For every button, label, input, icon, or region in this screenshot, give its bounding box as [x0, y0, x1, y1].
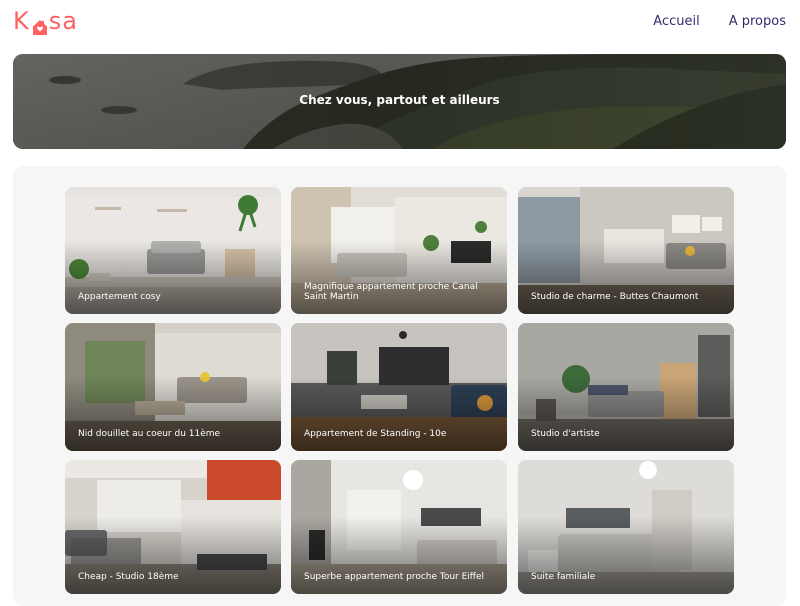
listing-card[interactable]: Studio de charme - Buttes Chaumont — [518, 187, 734, 314]
listing-title: Nid douillet au coeur du 11ème — [78, 429, 221, 439]
listing-card[interactable]: Appartement de Standing - 10e — [291, 323, 507, 451]
listing-title: Studio de charme - Buttes Chaumont — [531, 292, 699, 302]
listing-card[interactable]: Magnifique appartement proche Canal Sain… — [291, 187, 507, 314]
listing-title: Cheap - Studio 18ème — [78, 572, 179, 582]
logo-suffix: sa — [48, 7, 78, 35]
hero-banner: Chez vous, partout et ailleurs — [13, 54, 786, 149]
listing-card[interactable]: Studio d'artiste — [518, 323, 734, 451]
listing-card[interactable]: Suite familiale — [518, 460, 734, 594]
main-nav: Accueil A propos — [653, 14, 786, 29]
listing-card[interactable]: Superbe appartement proche Tour Eiffel — [291, 460, 507, 594]
listing-title: Magnifique appartement proche Canal Sain… — [304, 282, 478, 302]
listing-card[interactable]: Appartement cosy — [65, 187, 281, 314]
listing-title: Studio d'artiste — [531, 429, 600, 439]
listing-card[interactable]: Nid douillet au coeur du 11ème — [65, 323, 281, 451]
logo-letter-k: K — [13, 7, 30, 35]
listing-card[interactable]: Cheap - Studio 18ème — [65, 460, 281, 594]
listings-gallery: Appartement cosy Magnifique appartement … — [13, 166, 786, 606]
banner-title: Chez vous, partout et ailleurs — [299, 93, 500, 107]
listing-title: Appartement cosy — [78, 292, 161, 302]
kasa-logo[interactable]: K sa — [13, 6, 78, 36]
house-icon — [32, 14, 48, 35]
nav-link-a-propos[interactable]: A propos — [729, 14, 786, 29]
listing-title: Superbe appartement proche Tour Eiffel — [304, 572, 485, 582]
nav-link-accueil[interactable]: Accueil — [653, 14, 699, 29]
header: K sa Accueil A propos — [0, 0, 800, 46]
listing-title: Appartement de Standing - 10e — [304, 429, 447, 439]
listing-title: Suite familiale — [531, 572, 596, 582]
